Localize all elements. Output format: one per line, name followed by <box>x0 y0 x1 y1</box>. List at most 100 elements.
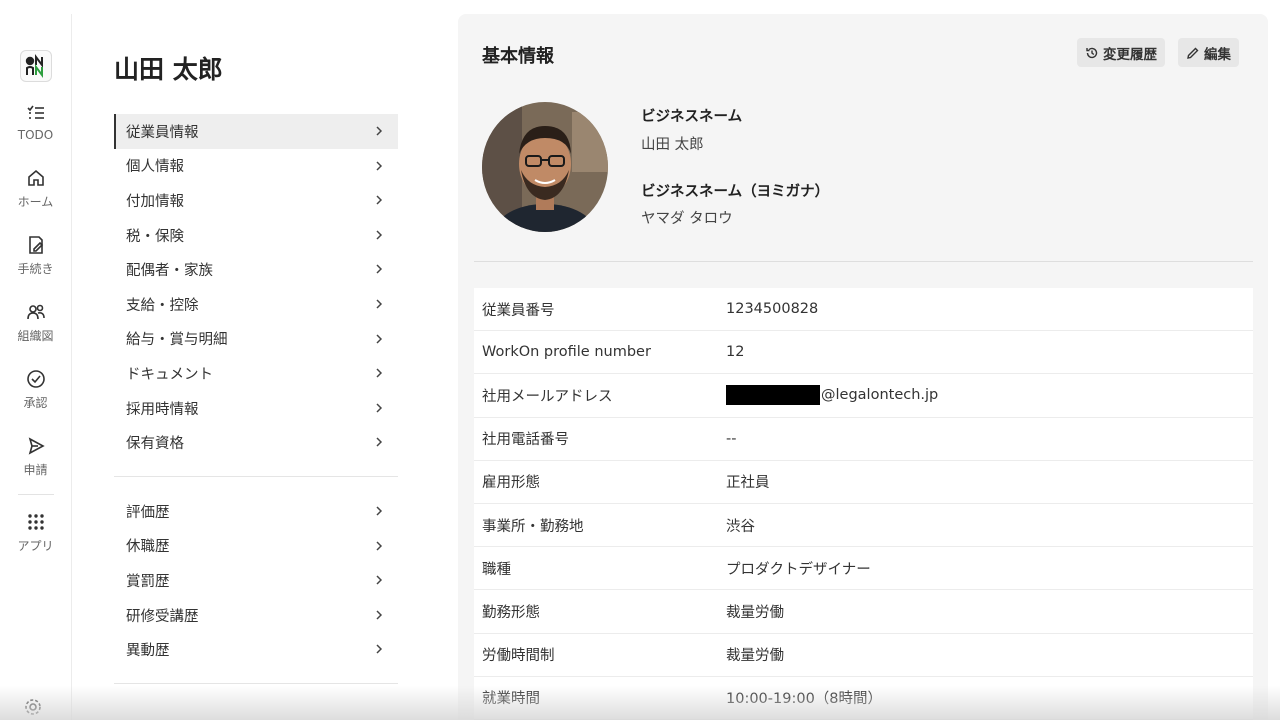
field-key: 就業時間 <box>482 691 540 708</box>
check-circle-icon <box>26 370 45 388</box>
field-value-cell: 渋谷 <box>726 515 755 536</box>
rail-item-org-chart[interactable]: 組織図 <box>0 289 72 356</box>
edit-button[interactable]: 編集 <box>1178 38 1239 67</box>
field-value-cell: 1234500828 <box>726 301 818 317</box>
table-row: 従業員番号 1234500828 <box>474 288 1253 332</box>
table-row: 社用メールアドレス @legalontech.jp <box>474 374 1253 418</box>
business-name-label: ビジネスネーム <box>641 109 743 125</box>
field-value: -- <box>726 430 737 447</box>
rail-label: 手続き <box>17 262 54 276</box>
menu-item[interactable]: ドキュメント <box>114 356 398 391</box>
menu-item[interactable]: 給与・賞与明細 <box>114 322 398 357</box>
field-value: 渋谷 <box>726 518 755 535</box>
menu-item[interactable]: 評価歴 <box>114 494 398 529</box>
menu-item[interactable]: 保有資格 <box>114 425 398 460</box>
rail-label: アプリ <box>17 539 54 553</box>
rail-divider <box>17 494 54 495</box>
chevron-right-icon <box>376 334 383 344</box>
menu-divider <box>114 475 398 477</box>
field-key: 雇用形態 <box>482 475 540 492</box>
pencil-icon <box>1187 47 1199 59</box>
menu-item-label: 従業員情報 <box>126 124 199 141</box>
menu-item[interactable]: 賞罰歴 <box>114 563 398 598</box>
table-row: 労働時間制 裁量労働 <box>474 634 1253 677</box>
rail-item-todo[interactable]: TODO <box>0 88 72 155</box>
table-row: 職種 プロダクトデザイナー <box>474 547 1253 591</box>
menu-item[interactable]: 支給・控除 <box>114 287 398 322</box>
rail-label: 申請 <box>23 463 48 477</box>
edit-label: 編集 <box>1204 46 1231 63</box>
basic-info-panel: 基本情報 変更履歴 編集 ビジネスネーム 山田 太郎 ビジネスネーム（ヨミガナ）… <box>458 14 1268 720</box>
rail-item-request[interactable]: 申請 <box>0 423 72 490</box>
section-menu: 従業員情報個人情報付加情報税・保険配偶者・家族支給・控除給与・賞与明細ドキュメン… <box>114 114 398 701</box>
settings-icon[interactable] <box>22 696 44 718</box>
business-name-value: 山田 太郎 <box>641 137 704 153</box>
field-value: 10:00-19:00（8時間） <box>726 691 883 708</box>
menu-item[interactable]: 異動歴 <box>114 632 398 667</box>
field-value: 12 <box>726 344 745 361</box>
menu-item-label: ドキュメント <box>126 366 213 383</box>
chevron-right-icon <box>376 541 383 551</box>
menu-item[interactable]: 個人情報 <box>114 149 398 184</box>
menu-item-label: 評価歴 <box>126 504 170 521</box>
home-icon <box>27 169 44 186</box>
grid-icon <box>27 514 44 530</box>
chevron-right-icon <box>376 195 383 205</box>
table-row: 勤務形態 裁量労働 <box>474 590 1253 634</box>
rail-label: 組織図 <box>17 329 54 343</box>
menu-item[interactable]: 配偶者・家族 <box>114 252 398 287</box>
section-divider <box>474 261 1253 262</box>
field-key: 従業員番号 <box>482 302 555 319</box>
chevron-right-icon <box>376 230 383 240</box>
rail-item-approval[interactable]: 承認 <box>0 356 72 423</box>
menu-item[interactable]: 従業員情報 <box>114 114 398 149</box>
people-icon <box>26 304 45 320</box>
field-value: 裁量労働 <box>726 604 784 621</box>
menu-item[interactable]: 研修受講歴 <box>114 598 398 633</box>
menu-item-label: 支給・控除 <box>126 297 199 314</box>
field-key: 事業所・勤務地 <box>482 518 584 535</box>
section-title: 基本情報 <box>482 46 554 67</box>
rail-label: ホーム <box>17 195 54 209</box>
redaction-block <box>726 385 820 406</box>
change-history-button[interactable]: 変更履歴 <box>1077 38 1165 67</box>
send-icon <box>28 437 45 455</box>
chevron-right-icon <box>376 403 383 413</box>
menu-item-label: 税・保険 <box>126 228 184 245</box>
rail-label: 承認 <box>23 396 48 410</box>
menu-item[interactable]: 休職歴 <box>114 529 398 564</box>
menu-item-label: 個人情報 <box>126 159 184 176</box>
field-key: 社用電話番号 <box>482 432 569 449</box>
field-value-cell: 裁量労働 <box>726 601 784 622</box>
menu-item-label: 賞罰歴 <box>126 573 170 590</box>
rail-item-home[interactable]: ホーム <box>0 155 72 222</box>
field-value-cell: @legalontech.jp <box>726 385 938 406</box>
menu-item-label: 休職歴 <box>126 539 170 556</box>
field-value: 裁量労働 <box>726 648 784 665</box>
field-value-cell: 正社員 <box>726 471 770 492</box>
table-row: 事業所・勤務地 渋谷 <box>474 504 1253 548</box>
chevron-right-icon <box>376 161 383 171</box>
business-kana-value: ヤマダ タロウ <box>641 211 733 227</box>
table-row: 就業時間 10:00-19:00（8時間） <box>474 677 1253 720</box>
field-value-cell: -- <box>726 431 736 447</box>
app-logo-icon[interactable] <box>19 50 52 82</box>
menu-item[interactable]: 付加情報 <box>114 183 398 218</box>
field-value: プロダクトデザイナー <box>726 561 871 578</box>
page-title: 山田 太郎 <box>114 55 223 84</box>
menu-item[interactable]: 税・保険 <box>114 218 398 253</box>
chevron-right-icon <box>376 575 383 585</box>
chevron-right-icon <box>376 264 383 274</box>
field-value: 正社員 <box>726 475 770 492</box>
chevron-right-icon <box>376 299 383 309</box>
table-row: WorkOn profile number 12 <box>474 331 1253 375</box>
employee-info-table: 従業員番号 1234500828 WorkOn profile number 12 社用… <box>474 288 1253 720</box>
field-key: 社用メールアドレス <box>482 388 613 405</box>
employee-subnav: 山田 太郎 従業員情報個人情報付加情報税・保険配偶者・家族支給・控除給与・賞与明… <box>72 14 458 720</box>
rail-item-procedures[interactable]: 手続き <box>0 222 72 289</box>
menu-item[interactable]: 採用時情報 <box>114 391 398 426</box>
menu-item-label: 研修受講歴 <box>126 608 199 625</box>
table-row: 社用電話番号 -- <box>474 418 1253 461</box>
todo-list-icon <box>26 105 44 119</box>
rail-item-apps[interactable]: アプリ <box>0 499 72 566</box>
